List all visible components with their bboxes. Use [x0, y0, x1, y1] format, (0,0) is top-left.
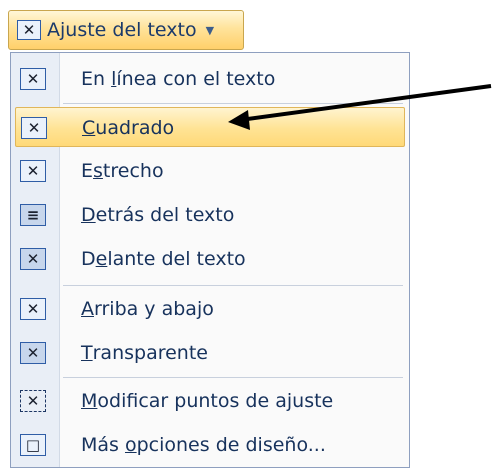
menu-item-label: Modificar puntos de ajuste [81, 390, 334, 412]
in-front-of-text-icon: ✕ [20, 248, 46, 270]
annotation-arrow [228, 84, 492, 130]
menu-item-behind-text[interactable]: ≡ Detrás del texto [15, 195, 405, 235]
chevron-down-icon[interactable]: ▼ [206, 24, 214, 37]
behind-text-icon: ≡ [20, 204, 46, 226]
text-wrap-icon: ✕ [17, 20, 41, 40]
square-wrap-icon: ✕ [21, 117, 47, 139]
menu-item-in-front-of-text[interactable]: ✕ De lante del texto [15, 239, 405, 279]
menu-item-label: Cuadrado [82, 117, 175, 139]
text-wrap-button[interactable]: ✕ Ajuste del texto ▼ [8, 10, 244, 50]
menu-separator [63, 377, 403, 378]
menu-item-label: Arriba y abajo [81, 298, 214, 320]
menu-separator [63, 285, 403, 286]
menu-item-tight[interactable]: ✕ Es trecho [15, 151, 405, 191]
edit-wrap-points-icon: ✕ [20, 390, 46, 412]
top-and-bottom-icon: ✕ [20, 298, 46, 320]
menu-item-label: Transparente [81, 342, 208, 364]
menu-item-label: Más o pciones de diseño... [81, 434, 326, 456]
menu-item-label: Es trecho [81, 160, 164, 182]
menu-item-label: Detrás del texto [81, 204, 235, 226]
tight-wrap-icon: ✕ [20, 160, 46, 182]
inline-with-text-icon: ✕ [20, 68, 46, 90]
text-wrap-button-label: Ajuste del texto [47, 19, 197, 41]
through-wrap-icon: ✕ [20, 342, 46, 364]
menu-item-top-and-bottom[interactable]: ✕ Arriba y abajo [15, 289, 405, 329]
menu-item-edit-wrap-points[interactable]: ✕ Modificar puntos de ajuste [15, 381, 405, 421]
more-layout-options-icon: □ [20, 434, 46, 456]
menu-item-through[interactable]: ✕ Transparente [15, 333, 405, 373]
menu-item-more-layout-options[interactable]: □ Más o pciones de diseño... [15, 425, 405, 465]
menu-item-label: De lante del texto [81, 248, 246, 270]
